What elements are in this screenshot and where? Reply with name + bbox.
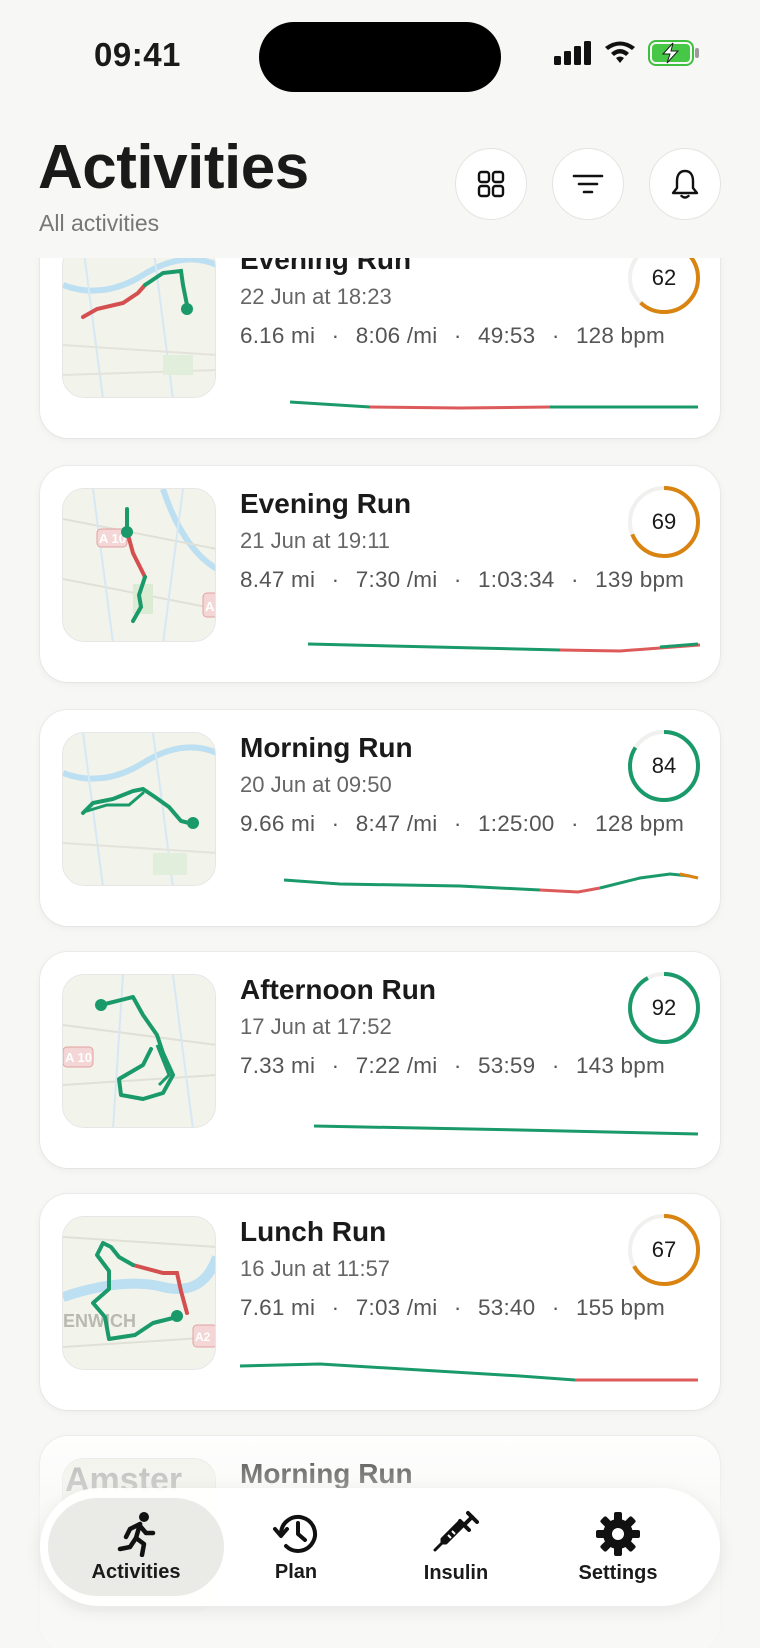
page-header: Activities All activities [0, 112, 760, 258]
separator: · [331, 1053, 340, 1078]
score-ring: 69 [626, 484, 702, 560]
heart-rate-value: 128 bpm [575, 323, 665, 348]
activity-stats: 7.33 mi · 7:22 /mi · 53:59 · 143 bpm [240, 1053, 665, 1079]
tab-activities[interactable]: Activities [48, 1498, 224, 1596]
tab-bar: Activities Plan Insulin Settings [40, 1488, 720, 1606]
separator: · [331, 1295, 340, 1320]
separator: · [453, 1053, 462, 1078]
activity-card[interactable]: A 10 A2 Evening Run 21 Jun at 19:11 8.47… [40, 466, 720, 682]
activity-date: 16 Jun at 11:57 [240, 1256, 391, 1281]
score-ring: 84 [626, 728, 702, 804]
score-ring: 67 [626, 1212, 702, 1288]
map-road-label: A2 [195, 1330, 211, 1344]
separator: · [331, 811, 340, 836]
notifications-button[interactable] [649, 148, 721, 220]
duration-value: 1:03:34 [478, 567, 555, 592]
tab-plan[interactable]: Plan [208, 1498, 384, 1596]
separator: · [570, 567, 579, 592]
distance-value: 6.16 mi [240, 323, 316, 348]
syringe-icon [433, 1510, 479, 1551]
activity-title: Evening Run [240, 488, 412, 519]
activity-date: 20 Jun at 09:50 [240, 772, 392, 797]
separator: · [453, 567, 462, 592]
filter-button[interactable] [552, 148, 624, 220]
activity-stats: 9.66 mi · 8:47 /mi · 1:25:00 · 128 bpm [240, 811, 684, 837]
separator: · [331, 567, 340, 592]
pace-value: 7:30 /mi [355, 567, 438, 592]
page-subtitle: All activities [39, 210, 160, 236]
grid-icon [477, 170, 505, 198]
activity-stats: 7.61 mi · 7:03 /mi · 53:40 · 155 bpm [240, 1295, 665, 1321]
grid-view-button[interactable] [455, 148, 527, 220]
running-person-icon [117, 1511, 156, 1557]
activity-title: Morning Run [240, 732, 413, 763]
activity-title: Lunch Run [240, 1216, 387, 1247]
distance-value: 9.66 mi [240, 811, 316, 836]
heart-rate-value: 139 bpm [595, 567, 685, 592]
route-map-thumbnail[interactable]: A 10 [62, 974, 216, 1128]
heart-rate-value: 128 bpm [595, 811, 685, 836]
pace-value: 8:06 /mi [355, 323, 438, 348]
score-value: 69 [651, 509, 677, 534]
duration-value: 1:25:00 [478, 811, 555, 836]
heart-rate-value: 155 bpm [575, 1295, 665, 1320]
tab-settings[interactable]: Settings [530, 1498, 706, 1596]
duration-value: 49:53 [478, 323, 536, 348]
separator: · [453, 1295, 462, 1320]
tab-label: Insulin [423, 1561, 489, 1584]
page-title: Activities [38, 133, 309, 202]
heart-rate-sparkline [313, 1124, 699, 1136]
score-value: 84 [651, 753, 677, 778]
activity-card[interactable]: A 10 Afternoon Run 17 Jun at 17:52 7.33 … [40, 952, 720, 1168]
score-ring: 92 [626, 970, 702, 1046]
activity-date: 22 Jun at 18:23 [240, 284, 392, 309]
score-value: 92 [651, 995, 677, 1020]
history-clock-icon [273, 1514, 317, 1553]
separator: · [331, 323, 340, 348]
heart-rate-sparkline [239, 1362, 698, 1382]
separator: · [453, 811, 462, 836]
duration-value: 53:59 [478, 1053, 536, 1078]
map-road-label: A2 [205, 599, 216, 614]
score-value: 67 [651, 1237, 677, 1262]
distance-value: 7.61 mi [240, 1295, 316, 1320]
route-map-thumbnail[interactable] [62, 244, 216, 398]
activity-stats: 6.16 mi · 8:06 /mi · 49:53 · 128 bpm [240, 323, 665, 349]
tab-label: Activities [91, 1560, 181, 1583]
map-place-label: ENWICH [63, 1311, 136, 1331]
map-road-label: A 10 [65, 1050, 92, 1065]
separator: · [551, 323, 560, 348]
filter-lines-icon [572, 174, 604, 194]
distance-value: 7.33 mi [240, 1053, 316, 1078]
bell-icon [671, 169, 699, 199]
tab-label: Settings [578, 1561, 658, 1584]
separator: · [551, 1053, 560, 1078]
distance-value: 8.47 mi [240, 567, 316, 592]
heart-rate-sparkline [307, 642, 700, 653]
heart-rate-value: 143 bpm [575, 1053, 665, 1078]
pace-value: 8:47 /mi [355, 811, 438, 836]
tab-label: Plan [274, 1560, 318, 1583]
activity-card[interactable]: A2 ENWICH Lunch Run 16 Jun at 11:57 7.61… [40, 1194, 720, 1410]
tab-insulin[interactable]: Insulin [368, 1498, 544, 1596]
route-map-thumbnail[interactable] [62, 732, 216, 886]
heart-rate-sparkline [283, 872, 699, 894]
separator: · [453, 323, 462, 348]
heart-rate-sparkline [289, 400, 698, 410]
activity-card[interactable]: Morning Run 20 Jun at 09:50 9.66 mi · 8:… [40, 710, 720, 926]
duration-value: 53:40 [478, 1295, 536, 1320]
gear-icon [596, 1511, 640, 1556]
route-map-thumbnail[interactable]: A2 ENWICH [62, 1216, 216, 1370]
activity-date: 21 Jun at 19:11 [240, 528, 391, 553]
activity-date: 17 Jun at 17:52 [240, 1014, 392, 1039]
separator: · [570, 811, 579, 836]
pace-value: 7:22 /mi [355, 1053, 438, 1078]
activity-title: Morning Run [240, 1458, 413, 1489]
route-map-thumbnail[interactable]: A 10 A2 [62, 488, 216, 642]
pace-value: 7:03 /mi [355, 1295, 438, 1320]
activity-title: Afternoon Run [240, 974, 436, 1005]
separator: · [551, 1295, 560, 1320]
activity-stats: 8.47 mi · 7:30 /mi · 1:03:34 · 139 bpm [240, 567, 684, 593]
